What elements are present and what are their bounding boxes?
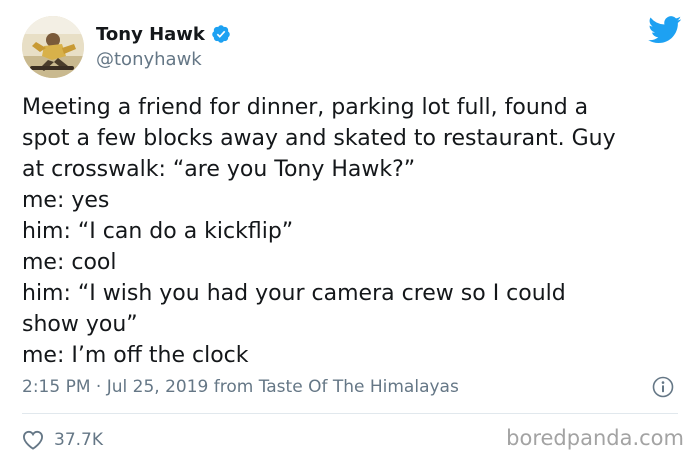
twitter-bird-icon[interactable]: [648, 16, 682, 44]
like-count: 37.7K: [54, 430, 103, 450]
avatar[interactable]: [22, 16, 84, 78]
tweet-text-line: spot a few blocks away and skated to res…: [22, 126, 616, 151]
avatar-image: [22, 16, 84, 78]
tweet-timestamp-source[interactable]: 2:15 PM · Jul 25, 2019 from Taste Of The…: [22, 377, 459, 397]
tweet-text-line: me: I’m off the clock: [22, 343, 249, 368]
tweet-text-line: him: “I can do a kickflip”: [22, 219, 294, 244]
tweet-text-line: me: cool: [22, 250, 117, 275]
name-row: Tony Hawk: [96, 22, 231, 46]
author-info: Tony Hawk @tonyhawk: [96, 22, 231, 70]
watermark: boredpanda.com: [506, 426, 684, 450]
tweet-text-line: him: “I wish you had your camera crew so…: [22, 281, 566, 306]
tweet-text-line: at crosswalk: “are you Tony Hawk?”: [22, 157, 416, 182]
divider: [22, 413, 678, 414]
verified-badge-icon: [211, 24, 231, 44]
author-handle[interactable]: @tonyhawk: [96, 49, 231, 70]
tweet-header: Tony Hawk @tonyhawk: [22, 16, 682, 78]
tweet-meta: 2:15 PM · Jul 25, 2019 from Taste Of The…: [22, 374, 678, 400]
tweet-card: Tony Hawk @tonyhawk Meeting a friend for…: [0, 0, 700, 467]
tweet-actions: 37.7K: [22, 428, 103, 452]
tweet-text-line: me: yes: [22, 188, 110, 213]
tweet-text: Meeting a friend for dinner, parking lot…: [22, 92, 682, 371]
info-icon[interactable]: [652, 376, 674, 398]
tweet-text-line: Meeting a friend for dinner, parking lot…: [22, 95, 589, 120]
author-display-name[interactable]: Tony Hawk: [96, 24, 205, 45]
tweet-text-line: show you”: [22, 312, 138, 337]
heart-icon[interactable]: [22, 430, 44, 450]
